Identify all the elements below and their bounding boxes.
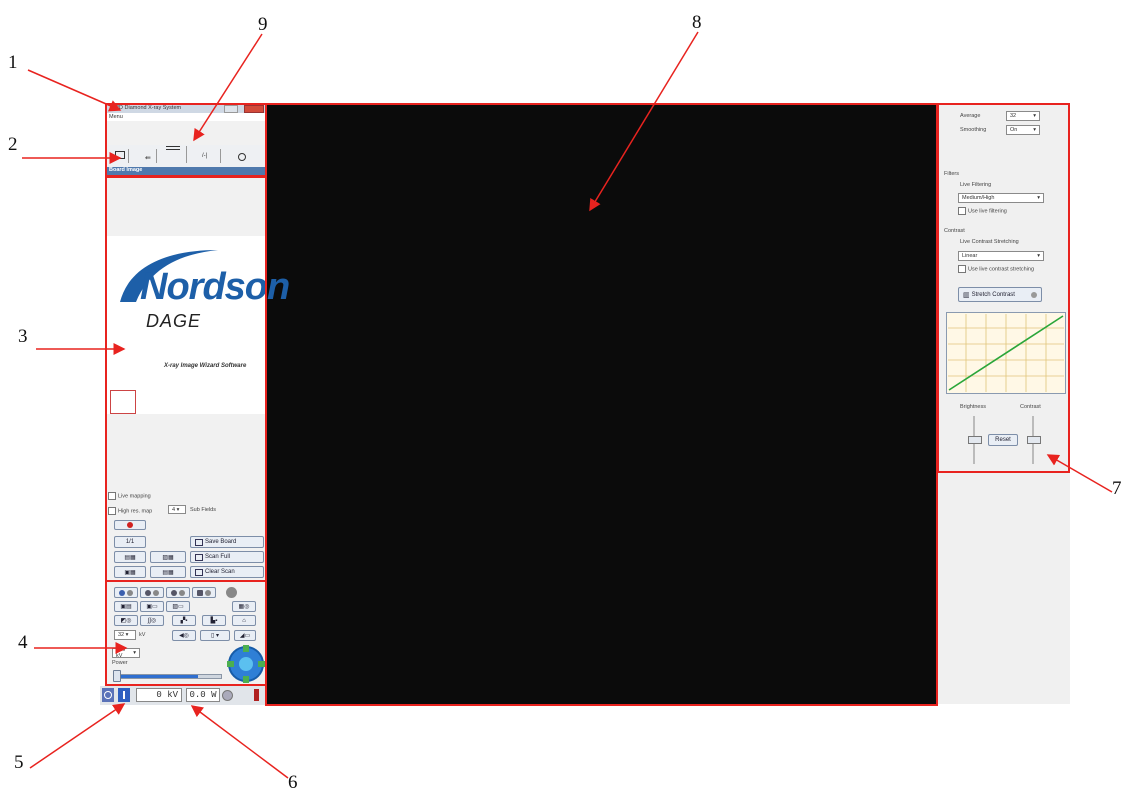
arrow-6 — [190, 705, 289, 779]
callout-arrows — [22, 31, 1113, 779]
callout-number-4: 4 — [18, 632, 28, 653]
callout-number-7: 7 — [1112, 478, 1122, 499]
arrow-7 — [1046, 454, 1113, 493]
callout-number-2: 2 — [8, 134, 18, 155]
callout-number-3: 3 — [18, 326, 28, 347]
arrow-9 — [193, 33, 263, 142]
callout-number-8: 8 — [692, 12, 702, 33]
callout-number-5: 5 — [14, 752, 24, 773]
callout-number-1: 1 — [8, 52, 18, 73]
callout-number-6: 6 — [288, 772, 298, 793]
arrow-8 — [589, 31, 699, 212]
callout-number-9: 9 — [258, 14, 268, 35]
arrow-5 — [29, 703, 126, 769]
arrow-1 — [27, 69, 122, 112]
